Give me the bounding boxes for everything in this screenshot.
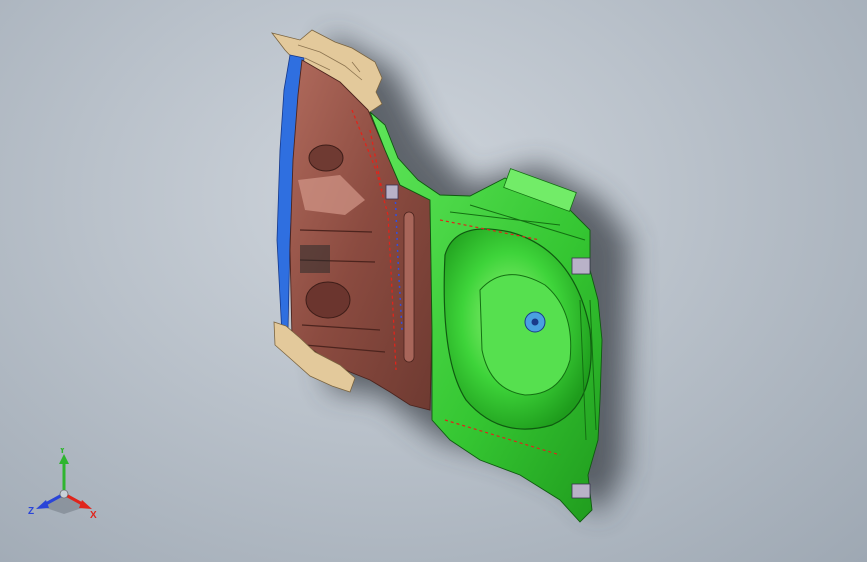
left-bracket-mid[interactable] [385,184,399,200]
triad-origin [59,489,69,499]
graphics-viewport[interactable]: Y X Z [0,0,867,562]
cad-model[interactable] [0,0,867,562]
triad-x-label: X [90,510,97,520]
triad-y-label: Y [59,448,66,456]
triad-z-arrow [36,500,49,509]
orientation-triad[interactable]: Y X Z [26,448,106,520]
left-panel-slot [403,211,415,363]
right-bracket-upper[interactable] [571,257,591,275]
left-panel-lower-hole [305,281,351,319]
spare-wheel-bolt [531,318,539,326]
triad-z-label: Z [28,506,34,517]
triad-x-arrow [79,500,92,509]
left-panel-mount [300,245,330,273]
right-bracket-lower[interactable] [571,483,591,499]
left-panel-upper-hole [308,144,344,172]
